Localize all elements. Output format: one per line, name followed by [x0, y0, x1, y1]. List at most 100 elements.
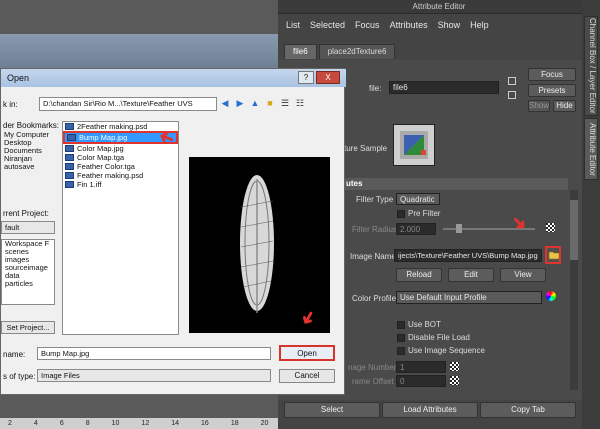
presets-button[interactable]: Presets	[528, 84, 576, 97]
color-profile-label: Color Profile	[352, 294, 397, 303]
color-profile-dropdown[interactable]: Use Default Input Profile	[396, 291, 542, 304]
texture-sample-icon	[400, 131, 428, 159]
focus-button[interactable]: Focus	[528, 68, 576, 81]
timeline-tick: 18	[230, 420, 239, 427]
timeline-tick: 14	[171, 420, 180, 427]
attributes-section-header[interactable]: utes	[332, 178, 568, 190]
file-name-input[interactable]: Bump Map.jpg	[37, 347, 271, 360]
timeline-tick: 6	[59, 420, 64, 427]
use-image-sequence-label: Use Image Sequence	[408, 346, 485, 355]
pre-filter-checkbox[interactable]	[397, 210, 405, 218]
menu-list[interactable]: List	[286, 20, 300, 30]
file-item-label: Color Map.tga	[77, 153, 125, 162]
image-number-field[interactable]: 1	[396, 361, 446, 373]
timeline-tick: 8	[85, 420, 90, 427]
timeline-tick: 10	[111, 420, 120, 427]
bookmarks-list: My Computer Desktop Documents Niranjan a…	[1, 131, 55, 171]
use-bot-checkbox[interactable]	[397, 321, 405, 329]
image-file-icon	[65, 123, 74, 130]
filter-radius-field[interactable]: 2.000	[396, 223, 436, 235]
menu-selected[interactable]: Selected	[310, 20, 345, 30]
copy-tab-button[interactable]: Copy Tab	[480, 402, 576, 418]
attribute-scrollbar[interactable]	[570, 190, 578, 390]
dialog-close-button[interactable]: X	[316, 71, 340, 84]
filter-type-dropdown[interactable]: Quadratic	[396, 193, 440, 205]
input-connection-icon[interactable]	[508, 77, 516, 85]
texture-sample-label: ture Sample	[344, 144, 388, 153]
tab-attribute-editor[interactable]: Attribute Editor	[584, 118, 598, 180]
filter-radius-slider-handle[interactable]	[456, 224, 462, 233]
file-item[interactable]: Feather Color.tga	[63, 162, 178, 171]
output-connection-icon[interactable]	[508, 91, 516, 99]
timeline-tick: 4	[33, 420, 38, 427]
current-project-dropdown[interactable]: fault	[1, 221, 55, 234]
show-button[interactable]: Show	[528, 100, 550, 112]
image-name-label: Image Name	[350, 252, 396, 261]
image-number-label: nage Number	[348, 363, 397, 372]
pre-filter-label: Pre Filter	[408, 209, 441, 218]
tab-channel-box-layer-editor[interactable]: Channel Box / Layer Editor	[584, 16, 598, 116]
node-tabs: file6 place2dTexture6	[278, 44, 396, 59]
scrollbar-thumb[interactable]	[570, 200, 578, 260]
file-item-label: Color Map.jpg	[77, 144, 124, 153]
disable-file-load-label: Disable File Load	[408, 333, 470, 342]
load-attributes-button[interactable]: Load Attributes	[382, 402, 478, 418]
reload-button[interactable]: Reload	[396, 268, 442, 282]
frame-offset-field[interactable]: 0	[396, 375, 446, 387]
filter-type-label: Filter Type	[356, 195, 394, 204]
tab-place2dtexture6[interactable]: place2dTexture6	[318, 44, 396, 59]
menu-focus[interactable]: Focus	[355, 20, 380, 30]
image-preview-pane	[189, 157, 330, 333]
menu-attributes[interactable]: Attributes	[390, 20, 428, 30]
file-item-label: Fin 1.iff	[77, 180, 102, 189]
dialog-toolbar: ◀ ▶ ▲ ■ ☰ ☷	[219, 97, 306, 109]
menu-show[interactable]: Show	[438, 20, 461, 30]
file-item[interactable]: Fin 1.iff	[63, 180, 178, 189]
open-button[interactable]: Open	[279, 345, 335, 361]
image-file-icon	[67, 134, 76, 141]
timeline[interactable]: 2 4 6 8 10 12 14 16 18 20 22 24	[0, 418, 328, 429]
texture-sample-swatch	[393, 124, 435, 166]
new-folder-icon[interactable]: ■	[264, 97, 276, 109]
edit-button[interactable]: Edit	[448, 268, 494, 282]
list-view-icon[interactable]: ☰	[279, 97, 291, 109]
attribute-editor-menubar: List Selected Focus Attributes Show Help	[278, 16, 489, 34]
view-button[interactable]: View	[500, 268, 546, 282]
bookmarks-label: der Bookmarks:	[3, 121, 60, 130]
use-image-sequence-checkbox[interactable]	[397, 347, 405, 355]
file-item[interactable]: Color Map.tga	[63, 153, 178, 162]
up-folder-icon[interactable]: ▲	[249, 97, 261, 109]
select-button[interactable]: Select	[284, 402, 380, 418]
map-checker-icon[interactable]	[546, 223, 555, 232]
set-project-button[interactable]: Set Project...	[1, 321, 55, 334]
side-tab-strip: Channel Box / Layer Editor Attribute Edi…	[582, 0, 600, 429]
project-folder-item[interactable]: particles	[2, 280, 54, 288]
project-folder-list: Workspace F scenes images sourceimage da…	[1, 239, 55, 305]
tab-file6[interactable]: file6	[284, 44, 317, 59]
use-bot-label: Use BOT	[408, 320, 441, 329]
look-in-path-dropdown[interactable]: D:\chandan Sir\Rio M...\Texture\Feather …	[39, 97, 217, 111]
image-name-field[interactable]: ijects\Texture\Feather UVS\Bump Map.jpg	[394, 249, 542, 262]
forward-arrow-icon[interactable]: ▶	[234, 97, 246, 109]
menu-help[interactable]: Help	[470, 20, 489, 30]
file-node-name-field[interactable]: file6	[389, 81, 499, 94]
color-wheel-icon[interactable]	[546, 291, 556, 301]
file-type-dropdown[interactable]: Image Files	[37, 369, 271, 382]
disable-file-load-checkbox[interactable]	[397, 334, 405, 342]
timeline-tick: 16	[201, 420, 209, 427]
map-checker-icon[interactable]	[450, 376, 459, 385]
file-item[interactable]: Feather making.psd	[63, 171, 178, 180]
map-checker-icon[interactable]	[450, 362, 459, 371]
image-file-icon	[65, 163, 74, 170]
hide-button[interactable]: Hide	[553, 100, 576, 112]
file-item-label: 2Feather making.psd	[77, 122, 148, 131]
detail-view-icon[interactable]: ☷	[294, 97, 306, 109]
help-button[interactable]: ?	[298, 71, 314, 84]
file-item-label: Feather Color.tga	[77, 162, 135, 171]
bookmark-item[interactable]: autosave	[1, 163, 55, 171]
back-arrow-icon[interactable]: ◀	[219, 97, 231, 109]
file-type-label: s of type:	[3, 372, 36, 381]
browse-folder-button[interactable]	[545, 246, 561, 264]
image-file-icon	[65, 154, 74, 161]
cancel-button[interactable]: Cancel	[279, 369, 335, 383]
